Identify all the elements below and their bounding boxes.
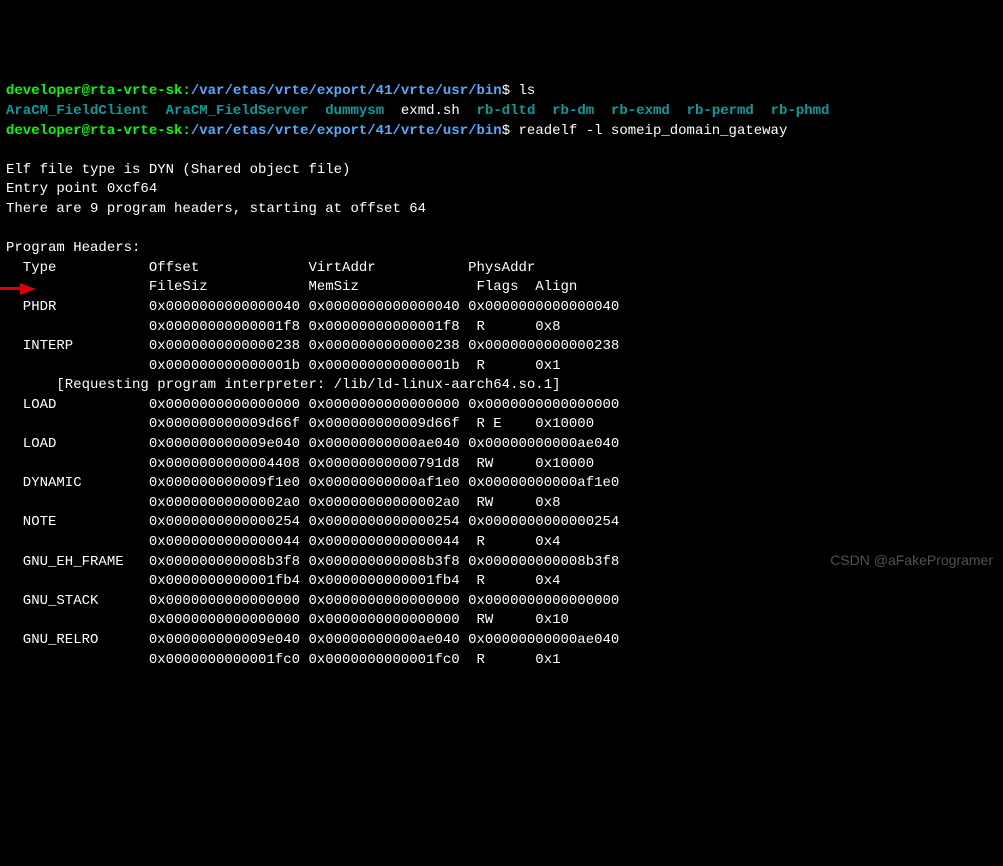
header-row-1: Type Offset VirtAddr PhysAddr [6,260,535,276]
command-ls: ls [519,83,536,99]
prompt-colon: : [182,123,190,139]
ls-item: rb-phmd [771,103,830,119]
elf-count: There are 9 program headers, starting at… [6,201,426,217]
ls-item: AraCM_FieldClient [6,103,149,119]
ls-item: exmd.sh [401,103,460,119]
ls-item: AraCM_FieldServer [166,103,309,119]
elf-entry: Entry point 0xcf64 [6,181,157,197]
prompt-colon: : [182,83,190,99]
prompt-dollar: $ [502,123,519,139]
prompt-user: developer@rta-vrte-sk [6,83,182,99]
ls-item: rb-dltd [477,103,536,119]
prompt-path: /var/etas/vrte/export/41/vrte/usr/bin [191,123,502,139]
prompt-dollar: $ [502,83,519,99]
program-headers-body: PHDR 0x0000000000000040 0x00000000000000… [6,299,619,668]
prompt-path: /var/etas/vrte/export/41/vrte/usr/bin [191,83,502,99]
ls-output: AraCM_FieldClient AraCM_FieldServer dumm… [6,103,829,119]
elf-type: Elf file type is DYN (Shared object file… [6,162,350,178]
program-headers-title: Program Headers: [6,240,140,256]
highlight-arrow-icon [20,283,36,295]
watermark: CSDN @aFakeProgramer [830,551,993,571]
prompt-user: developer@rta-vrte-sk [6,123,182,139]
ls-item: rb-exmd [611,103,670,119]
ls-item: rb-dm [552,103,594,119]
ls-item: dummysm [325,103,384,119]
command-readelf: readelf -l someip_domain_gateway [519,123,788,139]
header-row-2: FileSiz MemSiz Flags Align [6,279,577,295]
ls-item: rb-permd [687,103,754,119]
terminal[interactable]: developer@rta-vrte-sk:/var/etas/vrte/exp… [6,82,997,670]
